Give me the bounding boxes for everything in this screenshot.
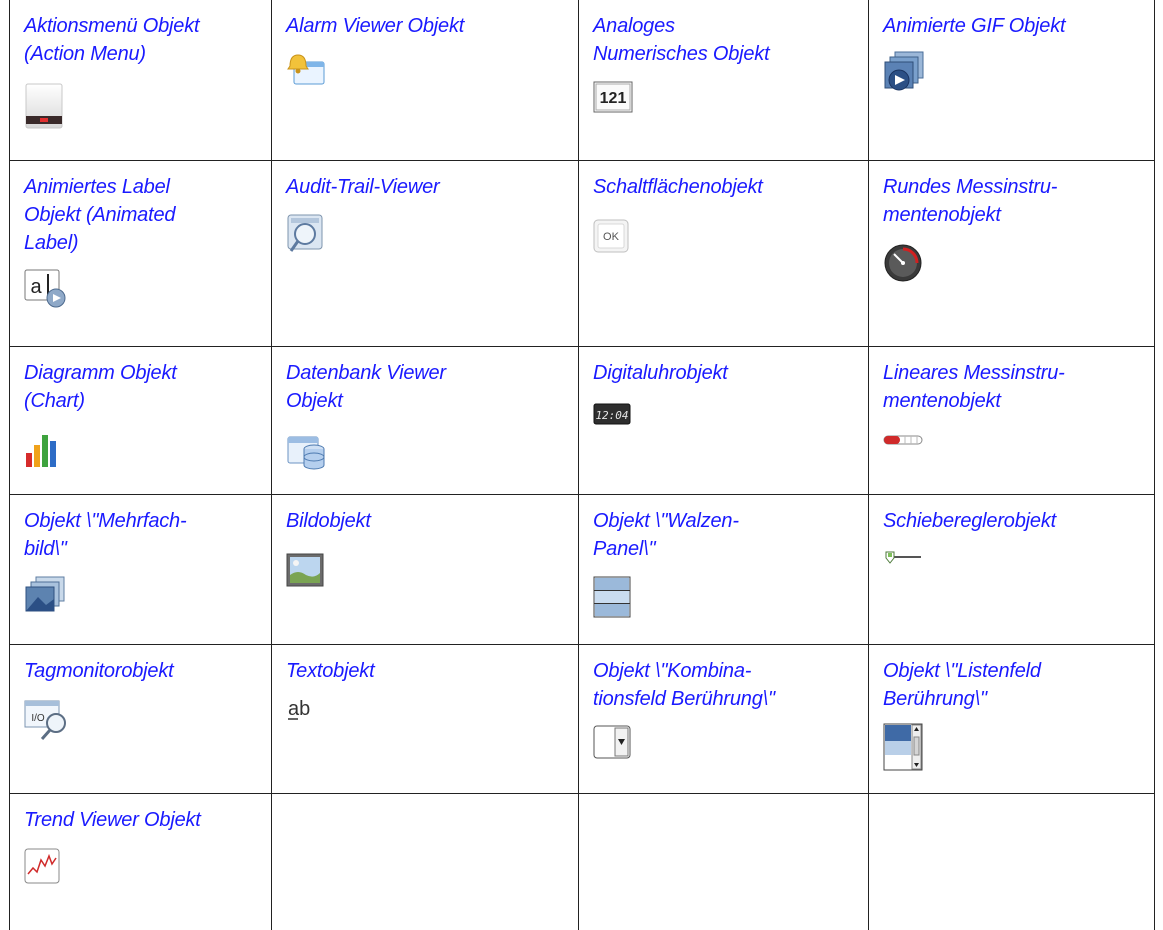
trend-viewer-icon: [24, 848, 258, 884]
text-ab-icon: ab: [286, 695, 565, 723]
digital-clock-text: 12:04: [595, 409, 628, 422]
table-cell: [271, 792, 579, 930]
table-row: Trend Viewer Objekt: [9, 792, 1155, 930]
table-cell: Rundes Messinstru- mentenobjekt: [868, 159, 1155, 347]
tag-monitor-icon: I/O: [24, 699, 258, 741]
button-object-link[interactable]: Schaltflächenobjekt: [593, 173, 855, 201]
table-cell: Alarm Viewer Objekt: [271, 0, 579, 161]
roller-panel-link[interactable]: Objekt \"Walzen- Panel\": [593, 507, 855, 563]
table-row: Objekt \"Mehrfach- bild\" Bildobjekt Obj…: [9, 493, 1155, 645]
audit-trail-viewer-link[interactable]: Audit-Trail-Viewer: [286, 173, 565, 201]
numeric-field-text: 121: [600, 90, 627, 107]
digital-clock-link[interactable]: Digitaluhrobjekt: [593, 359, 855, 387]
table-cell: Objekt \"Walzen- Panel\": [578, 493, 869, 645]
database-viewer-link[interactable]: Datenbank Viewer Objekt: [286, 359, 565, 415]
bell-window-icon: [286, 52, 565, 86]
list-box-link[interactable]: Objekt \"Listenfeld Berührung\": [883, 657, 1141, 713]
table-row: Aktionsmenü Objekt (Action Menu) Alarm V…: [9, 0, 1155, 161]
table-cell: Bildobjekt: [271, 493, 579, 645]
combo-box-icon: [593, 725, 855, 759]
picture-object-link[interactable]: Bildobjekt: [286, 507, 565, 535]
animated-label-icon: a: [24, 268, 258, 308]
objects-table: Aktionsmenü Objekt (Action Menu) Alarm V…: [9, 0, 1155, 930]
table-cell: Textobjekt ab: [271, 643, 579, 794]
table-cell: Schaltflächenobjekt OK: [578, 159, 869, 347]
linear-meter-icon: [883, 433, 1141, 447]
table-cell: Tagmonitorobjekt I/O: [9, 643, 272, 794]
table-cell: [868, 792, 1155, 930]
linear-meter-link[interactable]: Lineares Messinstru- mentenobjekt: [883, 359, 1141, 415]
table-cell: Digitaluhrobjekt 12:04: [578, 345, 869, 495]
slider-object-link[interactable]: Schiebereglerobjekt: [883, 507, 1141, 535]
bar-chart-icon: [24, 431, 258, 467]
text-object-link[interactable]: Textobjekt: [286, 657, 565, 685]
table-cell: Audit-Trail-Viewer: [271, 159, 579, 347]
table-cell: Schiebereglerobjekt: [868, 493, 1155, 645]
table-cell: Objekt \"Listenfeld Berührung\": [868, 643, 1155, 794]
table-cell: Objekt \"Kombina- tionsfeld Berührung\": [578, 643, 869, 794]
picture-icon: [286, 553, 565, 587]
table-cell: Objekt \"Mehrfach- bild\": [9, 493, 272, 645]
combo-box-link[interactable]: Objekt \"Kombina- tionsfeld Berührung\": [593, 657, 855, 713]
animated-label-link[interactable]: Animiertes Label Objekt (Animated Label): [24, 173, 258, 257]
table-row: Animiertes Label Objekt (Animated Label)…: [9, 159, 1155, 347]
trend-viewer-link[interactable]: Trend Viewer Objekt: [24, 806, 258, 834]
gauge-icon: [883, 243, 1141, 283]
list-box-icon: [883, 723, 1141, 771]
multi-picture-link[interactable]: Objekt \"Mehrfach- bild\": [24, 507, 258, 563]
animated-label-text: a: [30, 276, 42, 298]
tag-monitor-text: I/O: [31, 713, 45, 724]
table-row: Diagramm Objekt (Chart) Datenbank Viewer…: [9, 345, 1155, 495]
slider-icon: [883, 549, 1141, 569]
table-cell: Animierte GIF Objekt: [868, 0, 1155, 161]
digital-clock-icon: 12:04: [593, 403, 855, 425]
table-row: Tagmonitorobjekt I/O Textobjekt ab Objek…: [9, 643, 1155, 794]
audit-trail-icon: [286, 213, 565, 255]
chart-object-link[interactable]: Diagramm Objekt (Chart): [24, 359, 258, 415]
animated-gif-link[interactable]: Animierte GIF Objekt: [883, 12, 1141, 40]
analog-numeric-link[interactable]: Analoges Numerisches Objekt: [593, 12, 855, 68]
text-ab-text: ab: [288, 698, 310, 720]
ok-button-icon: OK: [593, 219, 855, 253]
circular-meter-link[interactable]: Rundes Messinstru- mentenobjekt: [883, 173, 1141, 229]
action-menu-icon: [24, 82, 258, 130]
table-cell: Datenbank Viewer Objekt: [271, 345, 579, 495]
ok-button-text: OK: [603, 231, 620, 243]
table-cell: Animiertes Label Objekt (Animated Label)…: [9, 159, 272, 347]
table-cell: Trend Viewer Objekt: [9, 792, 272, 930]
table-cell: Aktionsmenü Objekt (Action Menu): [9, 0, 272, 161]
numeric-field-icon: 121: [593, 81, 855, 113]
tag-monitor-link[interactable]: Tagmonitorobjekt: [24, 657, 258, 685]
roller-panel-icon: [593, 576, 855, 618]
animated-gif-icon: [883, 50, 1141, 94]
table-cell: [578, 792, 869, 930]
action-menu-link[interactable]: Aktionsmenü Objekt (Action Menu): [24, 12, 258, 68]
multi-picture-icon: [24, 575, 258, 615]
table-cell: Analoges Numerisches Objekt 121: [578, 0, 869, 161]
alarm-viewer-link[interactable]: Alarm Viewer Objekt: [286, 12, 565, 40]
database-icon: [286, 431, 565, 471]
table-cell: Diagramm Objekt (Chart): [9, 345, 272, 495]
table-cell: Lineares Messinstru- mentenobjekt: [868, 345, 1155, 495]
